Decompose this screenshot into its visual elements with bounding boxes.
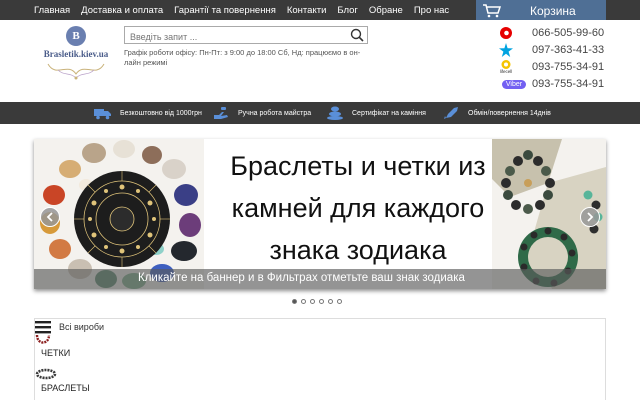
cart-label: Корзина — [530, 4, 576, 18]
phone-number: 066-505-99-60 — [532, 27, 605, 39]
phone-number: 093-755-34-91 — [532, 61, 605, 73]
benefit-exchange: Обмін/повернення 14днів — [442, 102, 551, 124]
nav-link-favorites[interactable]: Обране — [369, 5, 403, 16]
nav-link-about[interactable]: Про нас — [414, 5, 449, 16]
banner-next-button[interactable] — [580, 207, 600, 227]
vodafone-icon — [498, 26, 514, 40]
search-input[interactable] — [125, 29, 340, 45]
benefit-text: Безкоштовно від 1000грн — [120, 109, 202, 117]
catalog-title: Всі вироби — [59, 322, 105, 332]
headline-line: знака зодиака — [269, 235, 447, 265]
slider-dot[interactable] — [319, 299, 324, 304]
slider-dots — [292, 299, 342, 304]
benefit-text: Ручна робота майстра — [238, 109, 312, 117]
menu-icon — [35, 321, 51, 334]
site-header: B Brasletik.kiev.ua Графік роботи офісу:… — [0, 20, 640, 102]
nav-link-contacts[interactable]: Контакти — [287, 5, 327, 16]
chevron-right-icon — [587, 212, 594, 222]
banner-headline: Браслеты и четки из камней для каждого з… — [198, 145, 518, 271]
phone-number: 093-755-34-91 — [532, 78, 605, 90]
search-box — [124, 26, 368, 45]
nav-link-guarantee[interactable]: Гарантії та повернення — [174, 5, 276, 16]
kyivstar-icon — [498, 43, 514, 57]
promo-banner[interactable]: Браслеты и четки из камней для каждого з… — [34, 139, 606, 289]
chevron-left-icon — [46, 212, 53, 222]
lifecell-text: lifecell — [499, 69, 513, 74]
nav-link-blog[interactable]: Блог — [337, 5, 358, 16]
viber-text: Viber — [501, 79, 527, 89]
phone-kyivstar[interactable]: 097-363-41-33 — [498, 42, 638, 58]
slider-dot[interactable] — [292, 299, 297, 304]
banner-caption: Кликайте на баннер и в Фильтрах отметьте… — [138, 272, 465, 284]
headline-line: камней для каждого — [231, 193, 485, 223]
slider-dot[interactable] — [328, 299, 333, 304]
cart-button[interactable]: Корзина — [476, 0, 606, 22]
search-icon[interactable] — [349, 28, 365, 42]
bracelet-icon — [35, 368, 57, 380]
lifecell-icon: lifecell — [498, 60, 514, 74]
catalog-menu: Всі вироби ЧЕТКИ БРАСЛЕТЫ — [34, 318, 606, 400]
benefit-text: Сертифікат на каміння — [352, 109, 426, 117]
logo-ornament-icon — [47, 63, 105, 80]
catalog-item-bracelets[interactable]: БРАСЛЕТЫ — [35, 368, 90, 393]
phone-lifecell[interactable]: lifecell 093-755-34-91 — [498, 59, 638, 75]
logo-badge: B — [66, 26, 86, 46]
rosary-icon — [35, 334, 51, 344]
benefit-handmade: Ручна робота майстра — [212, 102, 311, 124]
benefit-certificate: Сертифікат на каміння — [326, 102, 426, 124]
phone-vodafone[interactable]: 066-505-99-60 — [498, 25, 638, 41]
slider-dot[interactable] — [337, 299, 342, 304]
office-schedule: Графік роботи офісу: Пн-Пт: з 9:00 до 18… — [124, 48, 361, 67]
slider-dot[interactable] — [301, 299, 306, 304]
banner-prev-button[interactable] — [40, 207, 60, 227]
catalog-item-label: ЧЕТКИ — [41, 348, 71, 358]
headline-line: Браслеты и четки из — [230, 151, 486, 181]
truck-icon — [94, 109, 111, 120]
top-nav: Главная Доставка и оплата Гарантії та по… — [34, 0, 449, 20]
catalog-item-rosary[interactable]: ЧЕТКИ — [35, 333, 70, 358]
phone-viber[interactable]: Viber 093-755-34-91 — [498, 76, 638, 92]
stones-icon — [327, 106, 343, 120]
nav-link-home[interactable]: Главная — [34, 5, 70, 16]
benefit-free-delivery: Безкоштовно від 1000грн — [94, 102, 202, 124]
logo-text: Brasletik.kiev.ua — [43, 49, 109, 59]
viber-icon: Viber — [498, 77, 530, 91]
phone-list: 066-505-99-60 097-363-41-33 lifecell 093… — [498, 25, 638, 92]
slider-dot[interactable] — [310, 299, 315, 304]
catalog-item-label: БРАСЛЕТЫ — [41, 383, 90, 393]
cart-icon — [483, 4, 502, 18]
benefit-text: Обмін/повернення 14днів — [468, 109, 551, 117]
nav-link-delivery[interactable]: Доставка и оплата — [81, 5, 163, 16]
hand-icon — [214, 107, 228, 119]
rocket-icon — [444, 107, 458, 119]
benefits-bar: Безкоштовно від 1000грн Ручна робота май… — [0, 102, 640, 124]
site-logo[interactable]: B Brasletik.kiev.ua — [38, 24, 114, 82]
phone-number: 097-363-41-33 — [532, 44, 605, 56]
